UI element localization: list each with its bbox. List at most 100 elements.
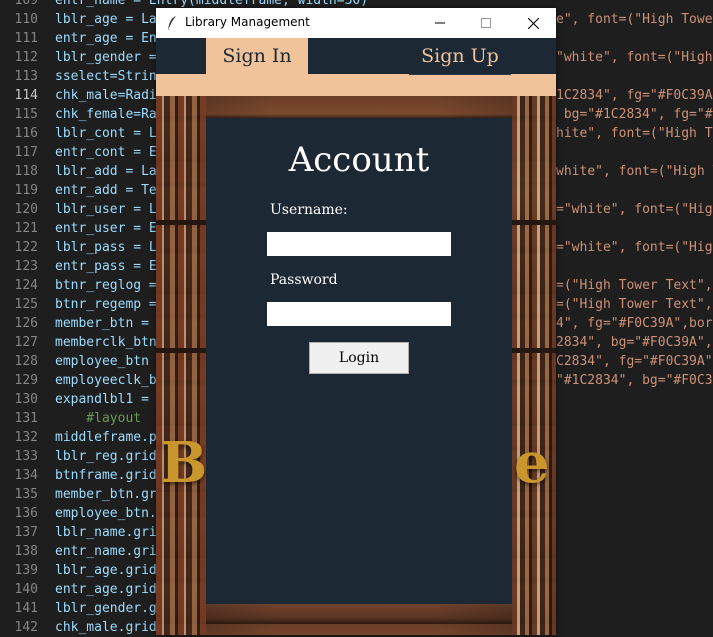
password-label: Password [270, 272, 338, 288]
code-line: member_btn.gr [55, 487, 157, 502]
shelf [156, 220, 206, 225]
line-number: 138 [14, 544, 38, 559]
minimize-icon [435, 22, 445, 24]
bookshelf-right [512, 96, 556, 635]
shelf [156, 348, 206, 353]
code-line: entr_name.gri [55, 544, 157, 559]
close-button[interactable] [510, 8, 556, 38]
code-line: employee_btn [55, 354, 149, 369]
code-line: lblr_pass = L [55, 240, 157, 255]
code-line: middleframe.p [55, 430, 157, 445]
line-number: 127 [14, 335, 38, 350]
code-line-right: ="white", font=("High [556, 202, 713, 217]
line-number: 136 [14, 506, 38, 521]
tab-sign-in[interactable]: Sign In [206, 38, 308, 74]
close-icon [527, 17, 539, 29]
code-line-right: 1C2834", fg="#F0C39A" [556, 88, 713, 103]
line-number: 141 [14, 601, 38, 616]
line-number: 128 [14, 354, 38, 369]
tab-sign-up[interactable]: Sign Up [409, 38, 511, 75]
code-line: entr_cont = E [55, 145, 157, 160]
shelf [512, 348, 556, 353]
code-line: lblr_cont = L [55, 126, 157, 141]
line-number: 124 [14, 278, 38, 293]
account-title: Account [288, 140, 430, 180]
code-line: sselect=Strin [55, 69, 157, 84]
code-line: chk_male=Radi [55, 88, 157, 103]
code-line-right: e", font=("High Tower [556, 12, 713, 27]
code-line-right: hite", font=("High To [556, 126, 713, 141]
line-number: 129 [14, 373, 38, 388]
background-title-letter-right: e [514, 430, 550, 496]
line-number: 123 [14, 259, 38, 274]
code-line: member_btn = [55, 316, 149, 331]
line-number: 114 [14, 88, 38, 103]
line-number: 109 [14, 0, 38, 8]
code-line: lblr_gender.g [55, 601, 157, 616]
code-line-right: 4", fg="#F0C39A",bord [556, 316, 713, 331]
shelf [512, 220, 556, 225]
minimize-button[interactable] [417, 8, 463, 38]
code-line: lblr_user = L [55, 202, 157, 217]
line-number: 131 [14, 411, 38, 426]
password-field[interactable] [267, 302, 451, 326]
line-number: 125 [14, 297, 38, 312]
feather-icon [167, 16, 176, 31]
background-title-letter-left: B [160, 430, 208, 496]
code-line: btnframe.grid [55, 468, 157, 483]
code-line: lblr_add = La [55, 164, 157, 179]
code-line: lblr_reg.grid [55, 449, 157, 464]
code-line: lblr_name.gri [55, 525, 157, 540]
code-line: lblr_age.grid [55, 563, 157, 578]
code-line: employee_btn. [55, 506, 157, 521]
code-line: expandlbl1 = [55, 392, 149, 407]
window-title: Library Management [185, 15, 310, 29]
username-field[interactable] [267, 232, 451, 256]
code-line: lblr_gender = [55, 50, 157, 65]
code-line: chk_male.grid [55, 620, 157, 635]
nav-accent-strip [156, 74, 556, 96]
code-line: lblr_age = La [55, 12, 157, 27]
line-number: 119 [14, 183, 38, 198]
line-number: 137 [14, 525, 38, 540]
line-number: 130 [14, 392, 38, 407]
code-line: entr_pass = E [55, 259, 157, 274]
code-line: employeeclk_b [55, 373, 157, 388]
code-line: entr_age.grid [55, 582, 157, 597]
code-line-right: =("High Tower Text", [556, 278, 713, 293]
window-titlebar: Library Management [156, 8, 556, 38]
code-line-right: ="white", font=("High [556, 240, 713, 255]
maximize-icon [481, 18, 491, 28]
line-number: 121 [14, 221, 38, 236]
code-line-right: "white", font=("High [556, 50, 713, 65]
username-label: Username: [270, 202, 348, 218]
line-number: 134 [14, 468, 38, 483]
code-line-right: bg="#1C2834", fg="#F [556, 107, 713, 122]
bookshelf-left [156, 96, 206, 635]
line-number: 139 [14, 563, 38, 578]
line-number: 140 [14, 582, 38, 597]
line-number: 113 [14, 69, 38, 84]
code-line: memberclk_btn [55, 335, 157, 350]
code-line-right: =("High Tower Text", [556, 297, 713, 312]
code-line: entr_age = En [55, 31, 157, 46]
line-number: 111 [14, 31, 38, 46]
line-number: 116 [14, 126, 38, 141]
code-line: entr_user = E [55, 221, 157, 236]
line-number: 110 [14, 12, 38, 27]
code-line: chk_female=Ra [55, 107, 157, 122]
line-number: 135 [14, 487, 38, 502]
code-line-right: 2834", bg="#F0C39A",b [556, 335, 713, 350]
code-line: entr_add = Te [55, 183, 157, 198]
line-number: 133 [14, 449, 38, 464]
code-line: btnr_reglog = [55, 278, 157, 293]
code-line: #layout [55, 411, 142, 426]
code-line: btnr_regemp = [55, 297, 157, 312]
code-line-right: C2834", fg="#F0C39A", [556, 354, 713, 369]
line-number: 112 [14, 50, 38, 65]
line-number: 122 [14, 240, 38, 255]
login-button[interactable]: Login [309, 342, 409, 374]
line-number: 117 [14, 145, 38, 160]
account-panel: Account Username: Password Login [206, 118, 512, 604]
maximize-button[interactable] [463, 8, 509, 38]
